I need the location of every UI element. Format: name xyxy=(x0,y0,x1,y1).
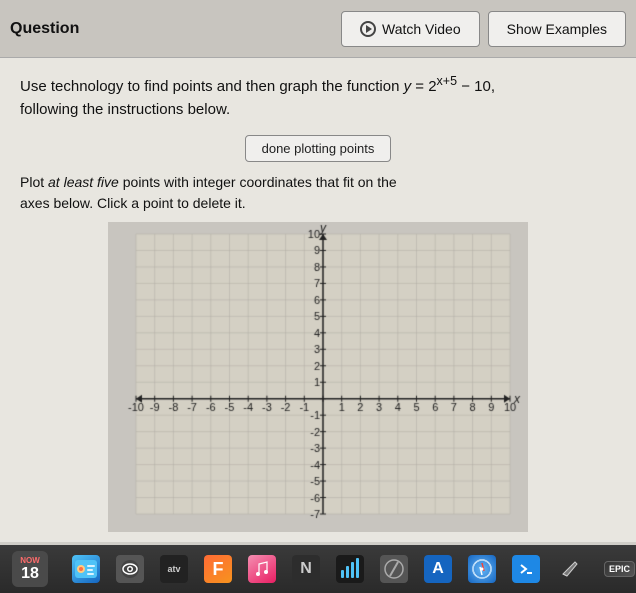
done-plotting-button[interactable]: done plotting points xyxy=(245,135,392,162)
a-label: A xyxy=(432,560,444,578)
question-text: Use technology to find points and then g… xyxy=(20,72,616,121)
xcode-icon xyxy=(512,555,540,583)
music-icon xyxy=(248,555,276,583)
equation-display: y xyxy=(404,78,412,95)
taskbar-music[interactable] xyxy=(242,550,282,588)
taskbar-slash[interactable] xyxy=(374,550,414,588)
eq-equals: = 2 xyxy=(411,78,436,95)
taskbar-finder[interactable] xyxy=(66,550,106,588)
atv-icon: atv xyxy=(160,555,188,583)
play-circle-icon xyxy=(360,21,376,37)
taskbar-notion[interactable]: N xyxy=(286,550,326,588)
instr-oints: oints with integer coordinates that fit … xyxy=(131,174,397,190)
taskbar-date: now 18 xyxy=(6,550,54,588)
notion-icon: N xyxy=(292,555,320,583)
instr-em: at least five xyxy=(48,174,119,190)
a-icon: A xyxy=(424,555,452,583)
play-triangle-icon xyxy=(366,25,372,33)
finder-icon xyxy=(72,555,100,583)
epic-icon: EPIC xyxy=(604,561,635,577)
slash-icon xyxy=(380,555,408,583)
eq-exponent: x+5 xyxy=(437,74,458,88)
eye-icon xyxy=(116,555,144,583)
date-badge: now 18 xyxy=(12,551,48,587)
taskbar-eye[interactable] xyxy=(110,550,150,588)
question-text-line1: Use technology to find points and then g… xyxy=(20,78,404,95)
fortnite-icon: F xyxy=(204,555,232,583)
date-day: 18 xyxy=(21,566,39,582)
top-bar: Question Watch Video Show Examples xyxy=(0,0,636,58)
instruction-text: Plot at least five points with integer c… xyxy=(20,172,616,214)
taskbar-signal[interactable] xyxy=(330,550,370,588)
watch-video-label: Watch Video xyxy=(382,21,461,37)
instr-prefix: Plot xyxy=(20,174,48,190)
taskbar-epic[interactable]: EPIC xyxy=(598,550,636,588)
safari-icon xyxy=(468,555,496,583)
date-month: now xyxy=(20,556,40,565)
taskbar-atv[interactable]: atv xyxy=(154,550,194,588)
show-examples-button[interactable]: Show Examples xyxy=(488,11,626,47)
epic-label: EPIC xyxy=(609,564,630,574)
taskbar-xcode[interactable] xyxy=(506,550,546,588)
atv-label: atv xyxy=(167,564,180,574)
taskbar-edit[interactable] xyxy=(550,550,590,588)
instr-line2: axes below. Click a point to delete it. xyxy=(20,195,246,211)
main-content: Use technology to find points and then g… xyxy=(0,58,636,542)
taskbar-safari[interactable] xyxy=(462,550,502,588)
show-examples-label: Show Examples xyxy=(507,21,607,37)
graph-canvas[interactable] xyxy=(108,222,528,532)
graph-container[interactable] xyxy=(20,222,616,532)
instr-suffix: p xyxy=(119,174,131,190)
taskbar-a[interactable]: A xyxy=(418,550,458,588)
graph-area[interactable] xyxy=(108,222,528,532)
eq-minus: − 10, xyxy=(457,78,495,95)
watch-video-button[interactable]: Watch Video xyxy=(341,11,480,47)
notion-label: N xyxy=(300,560,312,578)
question-text-line3: following the instructions below. xyxy=(20,101,230,118)
taskbar: now 18 atv xyxy=(0,545,636,593)
taskbar-fortnite[interactable]: F xyxy=(198,550,238,588)
signal-icon xyxy=(336,555,364,583)
edit-icon xyxy=(556,555,584,583)
done-btn-container: done plotting points xyxy=(20,135,616,162)
question-label: Question xyxy=(10,20,79,38)
